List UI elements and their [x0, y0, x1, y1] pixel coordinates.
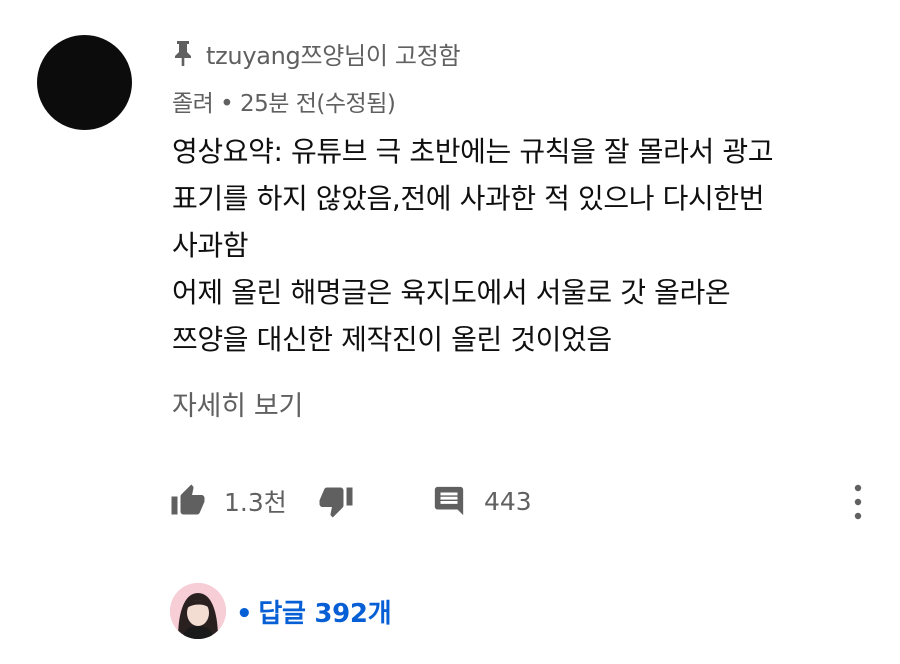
comment-meta: 졸려 • 25분 전(수정됨)	[172, 84, 396, 118]
comment-line: 사과함	[172, 229, 249, 262]
comment-icon	[434, 486, 464, 516]
comment-time: 25분 전(수정됨)	[240, 91, 396, 117]
view-replies-link[interactable]: • 답글 392개	[236, 593, 392, 630]
comment-line: 영상요약: 유튜브 극 초반에는 규칙을 잘 몰라서 광고	[172, 135, 774, 168]
creator-avatar-image	[170, 583, 226, 639]
replies-dot: •	[236, 598, 253, 629]
read-more-link[interactable]: 자세히 보기	[172, 384, 303, 423]
dislike-button[interactable]	[318, 476, 354, 526]
like-button[interactable]: 1.3천	[170, 476, 287, 526]
author-avatar[interactable]	[37, 35, 132, 130]
comment-line: 쯔양을 대신한 제작진이 올린 것이었음	[172, 323, 612, 356]
more-vertical-icon[interactable]	[847, 482, 869, 522]
pin-icon	[175, 41, 191, 66]
comment-line: 표기를 하지 않았음,전에 사과한 적 있으나 다시한번	[172, 182, 765, 215]
like-count: 1.3천	[224, 488, 287, 517]
comment-actions: 1.3천 443	[170, 476, 870, 526]
pinned-label: tzuyang쯔양님이 고정함	[172, 33, 461, 73]
comment-line: 어제 올린 해명글은 육지도에서 서울로 갓 올라온	[172, 276, 731, 309]
view-replies-button[interactable]: • 답글 392개	[170, 582, 392, 640]
reply-button[interactable]: 443	[432, 476, 532, 526]
meta-separator: •	[220, 91, 234, 117]
creator-reply-avatar	[170, 583, 226, 639]
thumb-down-icon	[319, 487, 353, 518]
comment-body: 영상요약: 유튜브 극 초반에는 규칙을 잘 몰라서 광고 표기를 하지 않았음…	[172, 128, 872, 363]
thumb-up-icon	[171, 484, 205, 515]
author-name[interactable]: 졸려	[172, 91, 214, 117]
pinned-text: tzuyang쯔양님이 고정함	[206, 41, 461, 70]
reply-count: 443	[484, 486, 532, 516]
pinned-comment: tzuyang쯔양님이 고정함 졸려 • 25분 전(수정됨) 영상요약: 유튜…	[0, 0, 900, 664]
replies-label: 답글 392개	[258, 598, 392, 629]
